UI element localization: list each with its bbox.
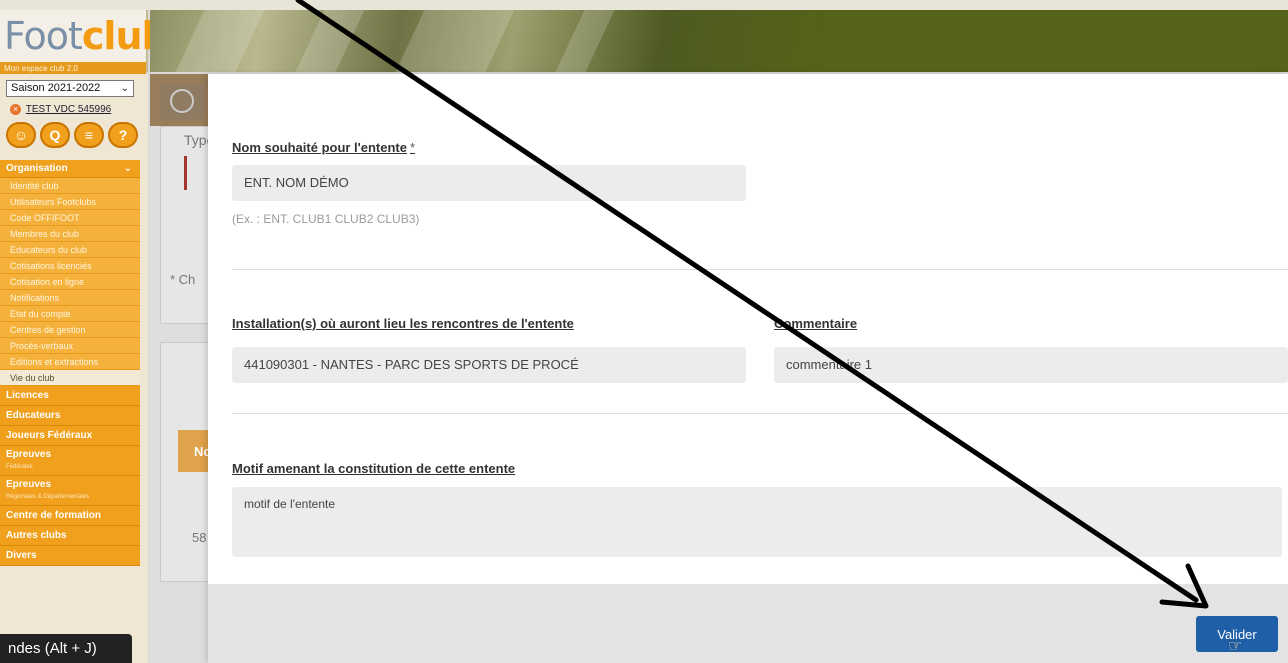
top-strip bbox=[0, 0, 1288, 10]
menu-item-proces-verbaux[interactable]: Procès-verbaux bbox=[0, 338, 140, 354]
document-icon[interactable]: ≡ bbox=[74, 122, 104, 148]
menu-section-label: Epreuves bbox=[6, 449, 52, 460]
menu-item-educateurs-club[interactable]: Educateurs du club bbox=[0, 242, 140, 258]
menu-section-educateurs[interactable]: Educateurs bbox=[0, 406, 140, 426]
chevron-down-icon: ⌄ bbox=[123, 163, 132, 174]
season-value: Saison 2021-2022 bbox=[11, 82, 101, 94]
club-name-link[interactable]: TEST VDC 545996 bbox=[26, 104, 111, 115]
menu-section-epreuves-federales[interactable]: Epreuves Fédérales bbox=[0, 446, 140, 476]
menu-item-code-offifoot[interactable]: Code OFFIFOOT bbox=[0, 210, 140, 226]
logo-prefix: Foot bbox=[4, 14, 83, 58]
motif-textarea[interactable]: motif de l'entente bbox=[232, 487, 1282, 557]
menu-item-centres-gestion[interactable]: Centres de gestion bbox=[0, 322, 140, 338]
sidebar: Saison 2021-2022 ⌄ × TEST VDC 545996 ☺ Q… bbox=[0, 74, 148, 663]
menu-section-licences[interactable]: Licences bbox=[0, 386, 140, 406]
name-input[interactable]: ENT. NOM DÉMO bbox=[232, 165, 746, 201]
menu-item-notifications[interactable]: Notifications bbox=[0, 290, 140, 306]
modal-footer bbox=[208, 584, 1288, 663]
menu-section-autres-clubs[interactable]: Autres clubs bbox=[0, 526, 140, 546]
footclubs-logo[interactable]: Footclubs Mon espace club 2.0 bbox=[0, 10, 190, 76]
menu-section-sublabel: Fédérales bbox=[6, 464, 33, 470]
shortcut-tooltip: ndes (Alt + J) bbox=[0, 634, 132, 663]
menu-item-vie-du-club[interactable]: Vie du club bbox=[0, 370, 140, 386]
search-icon[interactable]: Q bbox=[40, 122, 70, 148]
divider bbox=[232, 413, 1288, 414]
divider bbox=[232, 269, 1288, 270]
required-mark: * bbox=[410, 140, 416, 155]
hand-cursor-icon: ☞ bbox=[1228, 638, 1243, 655]
menu-section-label: Organisation bbox=[6, 163, 68, 174]
menu-item-utilisateurs[interactable]: Utilisateurs Footclubs bbox=[0, 194, 140, 210]
header-banner bbox=[150, 10, 1288, 72]
fff-badge-icon bbox=[160, 84, 204, 120]
motif-label: Motif amenant la constitution de cette e… bbox=[232, 461, 516, 476]
menu-section-joueurs[interactable]: Joueurs Fédéraux bbox=[0, 426, 140, 446]
close-icon[interactable]: × bbox=[10, 104, 21, 115]
menu-section-divers[interactable]: Divers bbox=[0, 546, 140, 566]
sidebar-menu: Organisation ⌄ Identité club Utilisateur… bbox=[0, 160, 140, 566]
background-red-bar bbox=[184, 156, 187, 190]
installation-select[interactable]: 441090301 - NANTES - PARC DES SPORTS DE … bbox=[232, 347, 746, 383]
menu-section-epreuves-regionales[interactable]: Epreuves Régionales & Départementales bbox=[0, 476, 140, 506]
comment-input[interactable]: commentaire 1 bbox=[774, 347, 1288, 383]
comment-label: Commentaire bbox=[774, 316, 858, 331]
menu-section-organisation[interactable]: Organisation ⌄ bbox=[0, 160, 140, 178]
menu-item-cotisations[interactable]: Cotisations licenciés bbox=[0, 258, 140, 274]
menu-section-formation[interactable]: Centre de formation bbox=[0, 506, 140, 526]
menu-section-sublabel: Régionales & Départementales bbox=[6, 494, 90, 500]
club-row[interactable]: × TEST VDC 545996 bbox=[10, 104, 111, 115]
chevron-down-icon: ⌄ bbox=[120, 83, 129, 94]
installation-label: Installation(s) où auront lieu les renco… bbox=[232, 316, 574, 331]
menu-section-label: Epreuves bbox=[6, 479, 52, 490]
name-hint: (Ex. : ENT. CLUB1 CLUB2 CLUB3) bbox=[232, 212, 420, 226]
entente-modal: Nom souhaité pour l'entente * ENT. NOM DÉ… bbox=[208, 74, 1288, 663]
menu-item-editions[interactable]: Editions et extractions bbox=[0, 354, 140, 370]
background-ch-label: * Ch bbox=[170, 272, 196, 287]
menu-item-membres[interactable]: Membres du club bbox=[0, 226, 140, 242]
background-number: 58 bbox=[192, 530, 207, 545]
name-label: Nom souhaité pour l'entente * bbox=[232, 140, 416, 155]
menu-item-cotisation-en-ligne[interactable]: Cotisation en ligne bbox=[0, 274, 140, 290]
menu-item-identite-club[interactable]: Identité club bbox=[0, 178, 140, 194]
season-select[interactable]: Saison 2021-2022 ⌄ bbox=[6, 80, 134, 97]
tool-icons: ☺ Q ≡ ? bbox=[6, 122, 138, 148]
user-search-icon[interactable]: ☺ bbox=[6, 122, 36, 148]
menu-item-etat-compte[interactable]: Etat du compte bbox=[0, 306, 140, 322]
help-icon[interactable]: ? bbox=[108, 122, 138, 148]
